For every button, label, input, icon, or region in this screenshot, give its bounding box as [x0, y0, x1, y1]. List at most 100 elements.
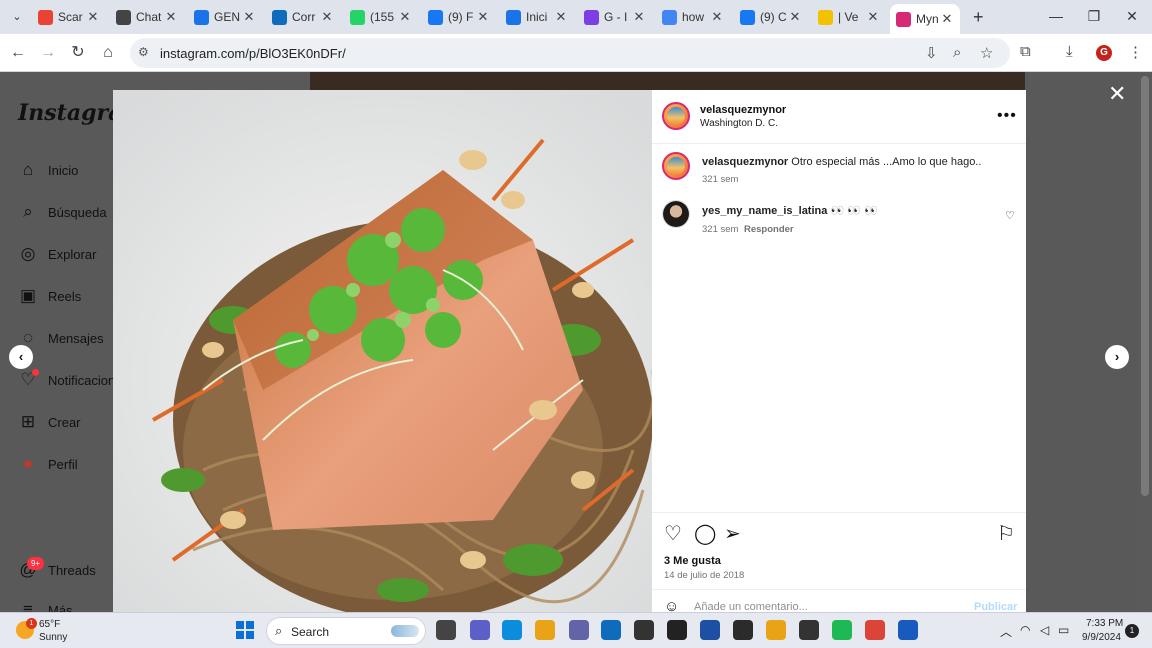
taskbar-search-box[interactable]: ⌕ Search [266, 617, 426, 645]
emoji-picker-icon[interactable]: ☺ [664, 598, 679, 612]
browser-tab[interactable]: Inici ✕ [500, 4, 574, 30]
tray-chevron-icon[interactable]: ︿ [1000, 623, 1012, 640]
teams-icon[interactable] [470, 620, 490, 640]
minimize-button[interactable]: — [1046, 8, 1066, 24]
new-tab-button[interactable]: + [973, 7, 984, 28]
bookmark-star-icon[interactable]: ☆ [980, 44, 993, 62]
close-tab-icon[interactable]: ✕ [866, 9, 880, 25]
zoom-icon[interactable]: ⌕ [953, 44, 961, 61]
sidebar-item-6[interactable]: ⊞ Crear [18, 410, 81, 434]
extensions-icon[interactable]: ⧉ [1020, 43, 1031, 60]
browser-menu-icon[interactable]: ⋮ [1128, 43, 1143, 61]
mail-icon[interactable] [601, 620, 621, 640]
sidebar-item-0[interactable]: ⌂ Inicio [18, 158, 79, 182]
close-modal-icon[interactable]: ✕ [1108, 81, 1126, 107]
sidebar-item-2[interactable]: ◎ Explorar [18, 242, 97, 266]
publish-button[interactable]: Publicar [974, 601, 1017, 612]
back-button[interactable]: ← [8, 43, 28, 63]
sidebar-item-9[interactable]: ≡ Más [18, 598, 73, 612]
reload-button[interactable]: ↻ [68, 43, 88, 63]
install-app-icon[interactable]: ⇩ [925, 44, 938, 62]
clock-date[interactable]: 9/9/2024 [1082, 632, 1121, 643]
forward-button[interactable]: → [38, 43, 58, 63]
close-window-button[interactable]: ✕ [1122, 8, 1142, 25]
teams-chat-icon[interactable] [569, 620, 589, 640]
close-tab-icon[interactable]: ✕ [164, 9, 178, 25]
likes-count[interactable]: 3 Me gusta [664, 555, 721, 567]
sidebar-item-7[interactable]: ● Perfil [18, 452, 78, 476]
notes-icon[interactable] [799, 620, 819, 640]
like-heart-icon[interactable]: ♡ [664, 521, 682, 546]
save-bookmark-icon[interactable]: ⚐ [997, 521, 1015, 546]
spotify-icon[interactable] [832, 620, 852, 640]
comment-like-heart-icon[interactable]: ♡ [1005, 209, 1015, 222]
home-button[interactable]: ⌂ [98, 43, 118, 63]
sidebar-item-3[interactable]: ▣ Reels [18, 284, 81, 308]
commenter-avatar[interactable] [662, 200, 690, 228]
author-username[interactable]: velasquezmynor [700, 104, 786, 116]
close-tab-icon[interactable]: ✕ [940, 11, 954, 27]
restore-button[interactable]: ❐ [1084, 8, 1104, 25]
close-tab-icon[interactable]: ✕ [398, 9, 412, 25]
weather-condition[interactable]: Sunny [39, 632, 67, 643]
site-info-icon[interactable]: ⚙ [138, 45, 149, 59]
downloads-icon[interactable]: ⤓ [1066, 43, 1073, 60]
edge-icon[interactable] [502, 620, 522, 640]
tab-search-chevron-icon[interactable]: ⌄ [8, 8, 26, 26]
close-tab-icon[interactable]: ✕ [86, 9, 100, 25]
caption-author-avatar[interactable] [662, 152, 690, 180]
comment-username[interactable]: yes_my_name_is_latina [702, 205, 827, 217]
terminal-icon[interactable] [667, 620, 687, 640]
caption-username[interactable]: velasquezmynor [702, 156, 788, 168]
profile-avatar-button[interactable]: G [1096, 45, 1112, 61]
browser-tab[interactable]: | Ve ✕ [812, 4, 886, 30]
puzzle-app-icon[interactable] [766, 620, 786, 640]
prev-post-button[interactable]: ‹ [9, 345, 33, 369]
store-icon[interactable] [700, 620, 720, 640]
browser-tab[interactable]: Myn ✕ [890, 4, 960, 34]
browser-tab[interactable]: (9) C ✕ [734, 4, 808, 30]
lightning-icon[interactable] [733, 620, 753, 640]
browser-tab[interactable]: GEN ✕ [188, 4, 262, 30]
word-icon[interactable] [898, 620, 918, 640]
comment-bubble-icon[interactable]: ◯ [694, 521, 716, 546]
browser-tab[interactable]: (9) F ✕ [422, 4, 496, 30]
close-tab-icon[interactable]: ✕ [476, 9, 490, 25]
comment-input[interactable]: Añade un comentario... [694, 601, 808, 612]
weather-temperature[interactable]: 65°F [39, 619, 60, 630]
scroll-thumb[interactable] [1141, 76, 1149, 496]
wifi-icon[interactable]: ◠ [1020, 623, 1030, 637]
close-tab-icon[interactable]: ✕ [632, 9, 646, 25]
windows-start-icon[interactable] [236, 621, 254, 639]
close-tab-icon[interactable]: ✕ [554, 9, 568, 25]
address-bar[interactable]: ⚙ instagram.com/p/BlO3EK0nDFr/ ⇩ ⌕ ☆ [130, 38, 1010, 68]
notification-center-badge[interactable]: 1 [1125, 624, 1139, 638]
close-tab-icon[interactable]: ✕ [242, 9, 256, 25]
browser-tab[interactable]: Scar ✕ [32, 4, 106, 30]
dropbox-icon[interactable] [634, 620, 654, 640]
chrome-icon[interactable] [865, 620, 885, 640]
sidebar-item-1[interactable]: ⌕ Búsqueda [18, 200, 106, 224]
post-image[interactable] [113, 90, 652, 612]
more-options-icon[interactable]: ••• [997, 107, 1017, 125]
url-text[interactable]: instagram.com/p/BlO3EK0nDFr/ [160, 46, 346, 61]
close-tab-icon[interactable]: ✕ [710, 9, 724, 25]
browser-tab[interactable]: (155 ✕ [344, 4, 418, 30]
next-post-button[interactable]: › [1105, 345, 1129, 369]
share-send-icon[interactable]: ➢ [724, 521, 741, 546]
folder-icon[interactable] [535, 620, 555, 640]
file-explorer-tb-icon[interactable] [436, 620, 456, 640]
battery-icon[interactable]: ▭ [1058, 623, 1069, 637]
page-scrollbar[interactable] [1138, 72, 1152, 612]
reply-button[interactable]: Responder [744, 224, 794, 235]
close-tab-icon[interactable]: ✕ [788, 9, 802, 25]
browser-tab[interactable]: G - I ✕ [578, 4, 652, 30]
browser-tab[interactable]: how ✕ [656, 4, 730, 30]
author-avatar[interactable] [662, 102, 690, 130]
close-tab-icon[interactable]: ✕ [320, 9, 334, 25]
browser-tab[interactable]: Chat ✕ [110, 4, 184, 30]
clock-time[interactable]: 7:33 PM [1086, 618, 1123, 629]
browser-tab[interactable]: Corr ✕ [266, 4, 340, 30]
post-date[interactable]: 14 de julio de 2018 [664, 570, 744, 581]
volume-icon[interactable]: ◁ [1040, 623, 1049, 637]
